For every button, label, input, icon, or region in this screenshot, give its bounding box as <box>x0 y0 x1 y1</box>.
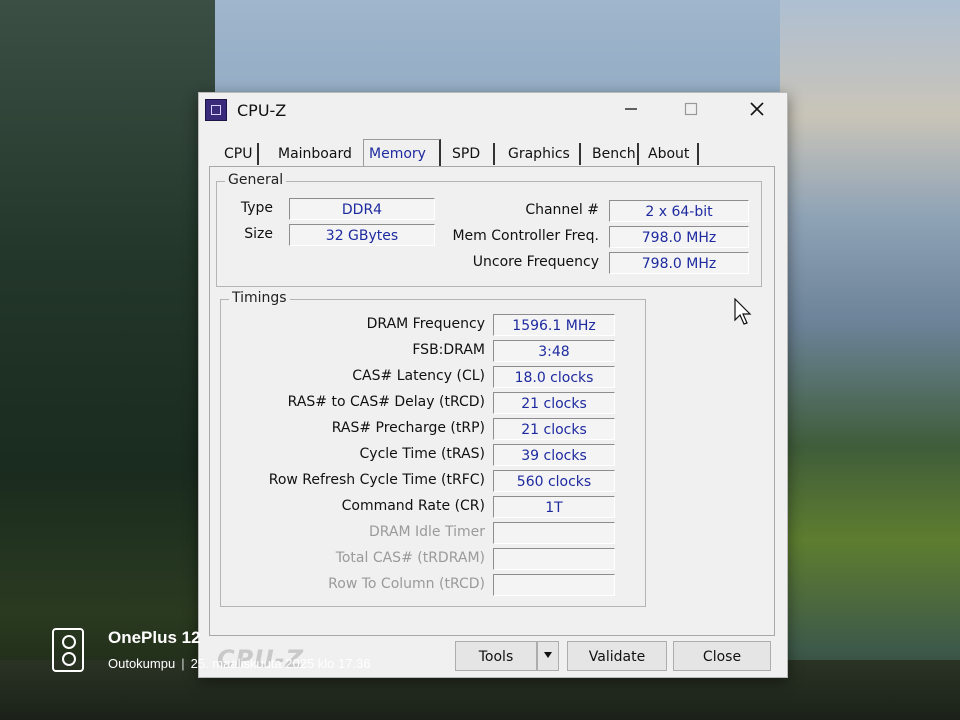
maximize-button[interactable] <box>669 97 713 125</box>
mem-controller-freq-value: 798.0 MHz <box>609 226 749 248</box>
close-button[interactable]: Close <box>673 641 771 671</box>
timing-value: 560 clocks <box>493 470 615 492</box>
cpuz-app-icon <box>205 99 227 121</box>
timing-value: 18.0 clocks <box>493 366 615 388</box>
mem-controller-freq-label: Mem Controller Freq. <box>452 228 599 244</box>
validate-button[interactable]: Validate <box>567 641 667 671</box>
tab-bench[interactable]: Bench <box>587 143 639 165</box>
uncore-frequency-value: 798.0 MHz <box>609 252 749 274</box>
wallpaper-forest <box>0 0 215 720</box>
watermark-meta: Outokumpu | 25. maaliskuuta 2025 klo 17.36 <box>108 656 371 671</box>
timing-value <box>493 574 615 596</box>
close-window-button[interactable] <box>735 97 779 125</box>
timing-value: 1T <box>493 496 615 518</box>
timing-label: Row To Column (tRCD) <box>328 576 485 592</box>
tab-about[interactable]: About <box>643 143 699 165</box>
maximize-icon <box>684 102 698 116</box>
photo-watermark: OnePlus 12 Outokumpu | 25. maaliskuuta 202… <box>52 626 472 682</box>
tab-memory[interactable]: Memory <box>363 139 441 167</box>
timing-label: Row Refresh Cycle Time (tRFC) <box>268 472 485 488</box>
memory-tab-panel: General Type DDR4 Size 32 GBytes Channel… <box>209 166 775 636</box>
timing-label: Total CAS# (tRDRAM) <box>335 550 485 566</box>
watermark-separator: | <box>181 656 185 671</box>
timing-label: DRAM Idle Timer <box>368 524 485 540</box>
title-bar[interactable]: CPU-Z <box>199 93 787 131</box>
watermark-datetime: 25. maaliskuuta 2025 klo 17.36 <box>190 656 371 671</box>
timing-value: 21 clocks <box>493 418 615 440</box>
timing-value: 21 clocks <box>493 392 615 414</box>
timing-value: 3:48 <box>493 340 615 362</box>
camera-lens-top <box>62 635 76 649</box>
watermark-brand: OnePlus 12 <box>108 628 201 647</box>
timing-label: Command Rate (CR) <box>341 498 485 514</box>
size-value: 32 GBytes <box>289 224 435 246</box>
timing-value: 1596.1 MHz <box>493 314 615 336</box>
general-group: General Type DDR4 Size 32 GBytes Channel… <box>216 172 762 287</box>
timing-value <box>493 548 615 570</box>
timing-value <box>493 522 615 544</box>
camera-icon <box>52 628 84 672</box>
timing-label: RAS# Precharge (tRP) <box>331 420 485 436</box>
timing-label: CAS# Latency (CL) <box>352 368 485 384</box>
camera-lens-bottom <box>62 652 76 666</box>
tab-graphics[interactable]: Graphics <box>503 143 581 165</box>
tools-dropdown-button[interactable] <box>537 641 559 671</box>
wallpaper-mountain <box>780 0 960 720</box>
type-value: DDR4 <box>289 198 435 220</box>
mouse-pointer-icon <box>734 298 752 325</box>
timing-label: FSB:DRAM <box>412 342 485 358</box>
watermark-location: Outokumpu <box>108 656 176 671</box>
uncore-frequency-label: Uncore Frequency <box>472 254 599 270</box>
timing-value: 39 clocks <box>493 444 615 466</box>
channel-value: 2 x 64-bit <box>609 200 749 222</box>
channel-label: Channel # <box>525 202 599 218</box>
tab-spd[interactable]: SPD <box>447 143 495 165</box>
timing-label: DRAM Frequency <box>366 316 485 332</box>
minimize-button[interactable] <box>609 97 653 125</box>
timing-label: Cycle Time (tRAS) <box>359 446 485 462</box>
minimize-icon <box>625 108 637 110</box>
window-title: CPU-Z <box>237 101 287 120</box>
timings-group-title: Timings <box>229 290 290 306</box>
close-icon <box>750 102 764 116</box>
type-label: Type <box>240 200 273 216</box>
tab-mainboard[interactable]: Mainboard <box>273 143 365 165</box>
tab-cpu[interactable]: CPU <box>219 143 259 165</box>
timing-label: RAS# to CAS# Delay (tRCD) <box>287 394 485 410</box>
cpuz-window: CPU-Z CPU Mainboard Memory SPD Graphics … <box>198 92 788 678</box>
chevron-down-icon <box>544 652 552 658</box>
size-label: Size <box>244 226 273 242</box>
timings-group: Timings DRAM Frequency 1596.1 MHz FSB:DRAM… <box>220 290 646 607</box>
general-group-title: General <box>225 172 287 188</box>
